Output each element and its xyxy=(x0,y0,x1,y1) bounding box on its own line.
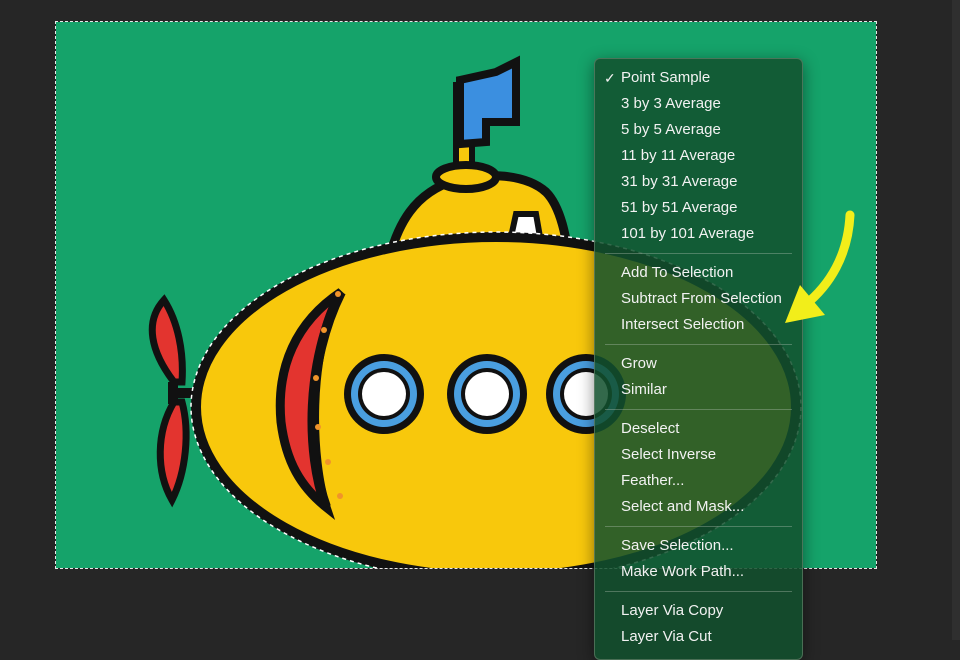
edit-group: Deselect Select Inverse Feather... Selec… xyxy=(595,416,802,520)
vertical-scrollbar[interactable] xyxy=(952,0,960,640)
menu-separator xyxy=(605,591,792,592)
grow-group: Grow Similar xyxy=(595,351,802,403)
save-group: Save Selection... Make Work Path... xyxy=(595,533,802,585)
menu-item-layer-via-copy[interactable]: Layer Via Copy xyxy=(595,598,802,624)
menu-item-select-and-mask[interactable]: Select and Mask... xyxy=(595,494,802,520)
menu-item-grow[interactable]: Grow xyxy=(595,351,802,377)
menu-item-feather[interactable]: Feather... xyxy=(595,468,802,494)
menu-item-save-selection[interactable]: Save Selection... xyxy=(595,533,802,559)
menu-item-31-by-31-average[interactable]: 31 by 31 Average xyxy=(595,169,802,195)
menu-item-11-by-11-average[interactable]: 11 by 11 Average xyxy=(595,143,802,169)
menu-item-layer-via-cut[interactable]: Layer Via Cut xyxy=(595,624,802,650)
menu-item-3-by-3-average[interactable]: 3 by 3 Average xyxy=(595,91,802,117)
menu-separator xyxy=(605,409,792,410)
context-menu: ✓ Point Sample 3 by 3 Average 5 by 5 Aver… xyxy=(594,58,803,660)
menu-item-make-work-path[interactable]: Make Work Path... xyxy=(595,559,802,585)
menu-separator xyxy=(605,526,792,527)
workspace: ✓ Point Sample 3 by 3 Average 5 by 5 Aver… xyxy=(0,0,960,660)
portholes xyxy=(344,354,626,434)
yellow-arrow-annotation xyxy=(785,210,855,323)
menu-item-5-by-5-average[interactable]: 5 by 5 Average xyxy=(595,117,802,143)
layer-group: Layer Via Copy Layer Via Cut xyxy=(595,598,802,650)
menu-item-deselect[interactable]: Deselect xyxy=(595,416,802,442)
check-icon: ✓ xyxy=(604,70,616,86)
menu-separator xyxy=(605,253,792,254)
menu-item-point-sample[interactable]: ✓ Point Sample xyxy=(595,65,802,91)
menu-item-similar[interactable]: Similar xyxy=(595,377,802,403)
menu-separator xyxy=(605,344,792,345)
periscope-flag xyxy=(453,55,520,172)
menu-item-select-inverse[interactable]: Select Inverse xyxy=(595,442,802,468)
